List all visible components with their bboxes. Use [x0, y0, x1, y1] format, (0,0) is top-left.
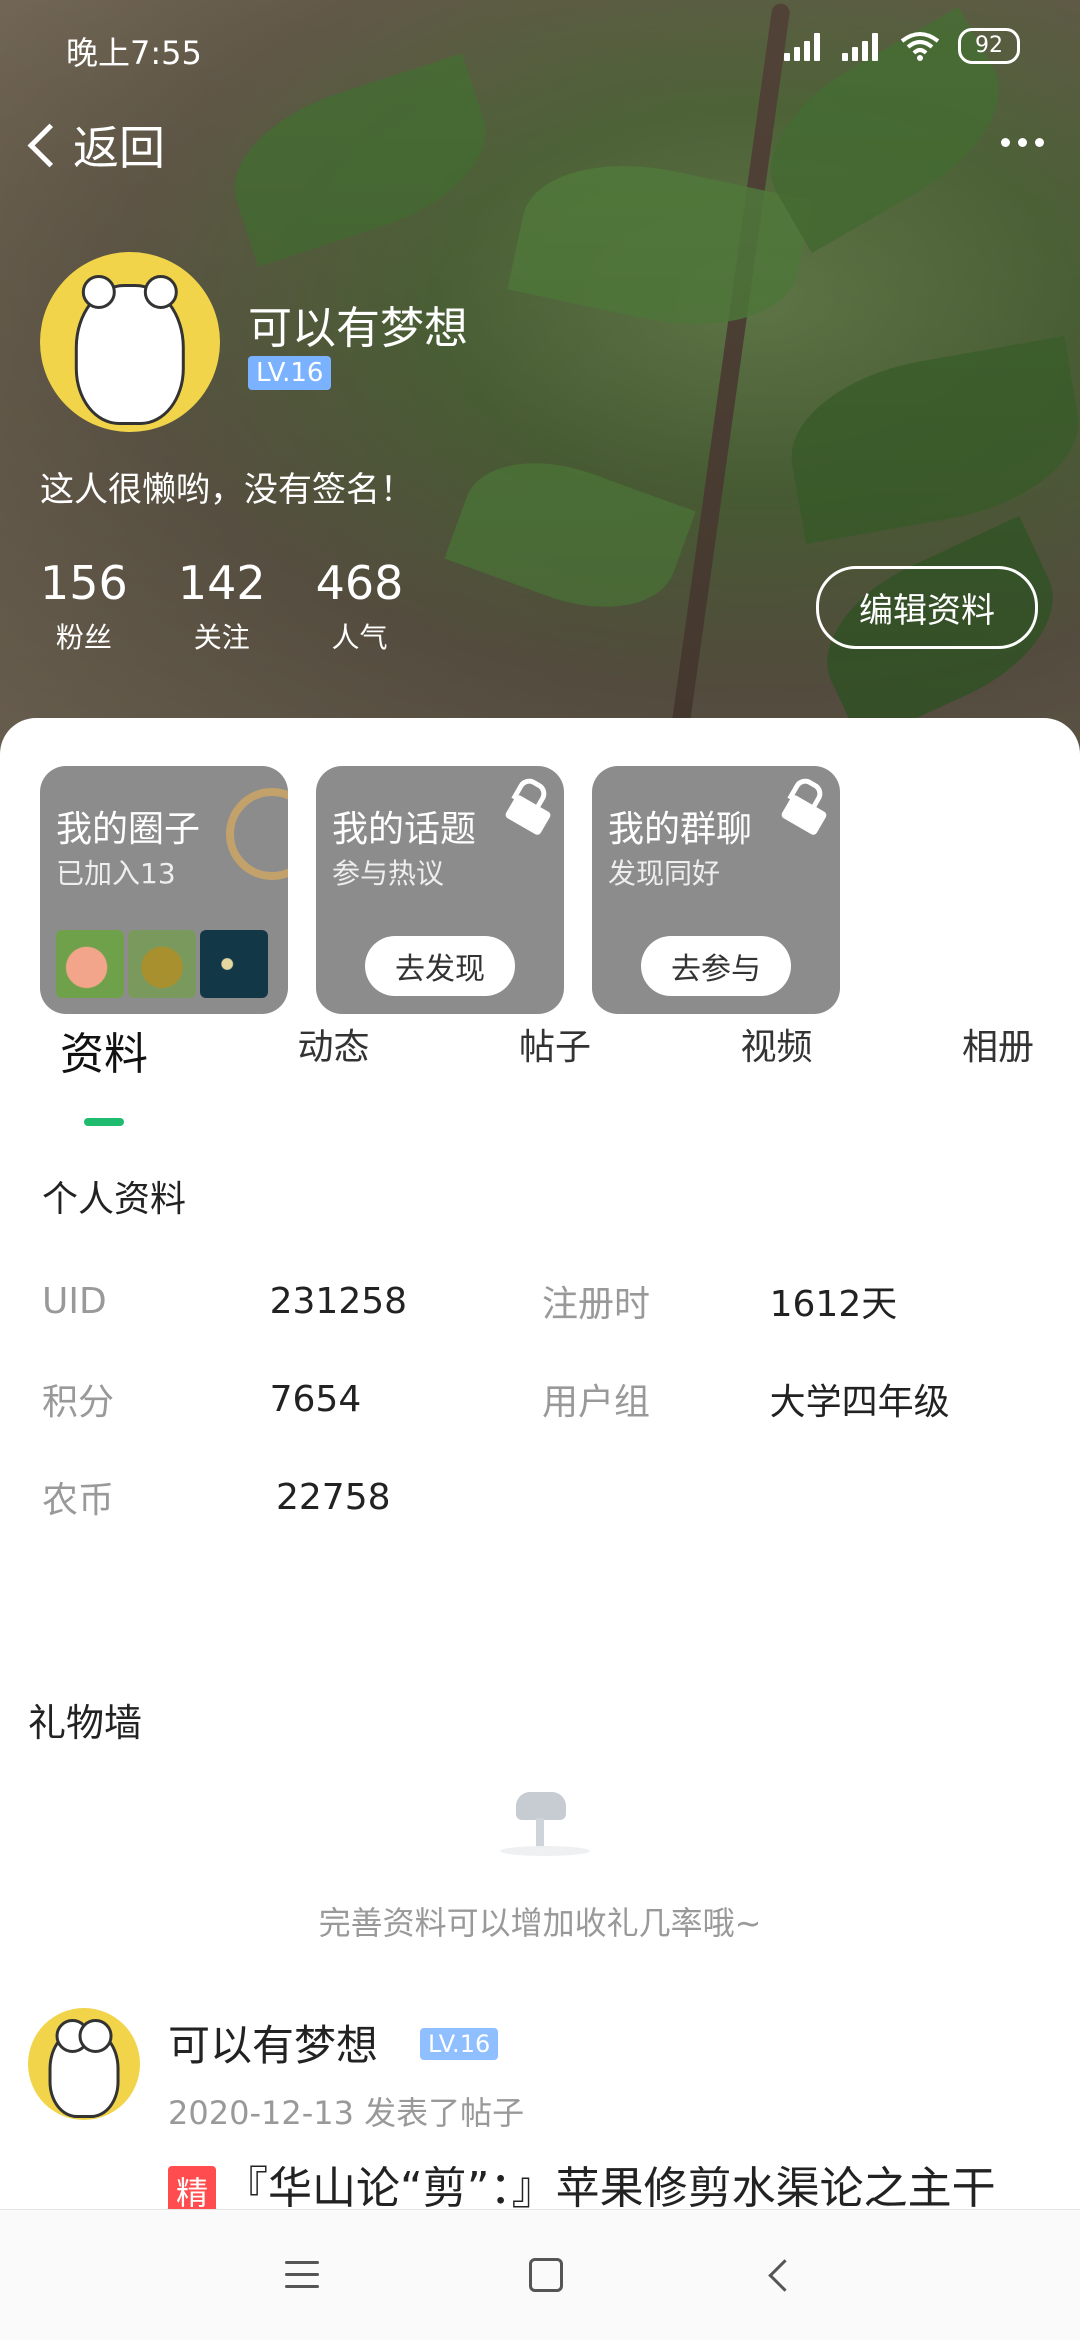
- stat-label: 关注: [193, 621, 250, 654]
- night-thumbnail: [200, 930, 268, 998]
- info-value: 22758: [276, 1476, 391, 1518]
- signal-icon: [842, 31, 882, 61]
- post-title-text: 『华山论“剪”：』苹果修剪水渠论之主干: [224, 2163, 996, 2214]
- info-key: 注册时: [542, 1284, 651, 1325]
- edit-profile-button[interactable]: 编辑资料: [816, 566, 1038, 649]
- card-title: 我的群聊: [608, 809, 753, 850]
- post-title[interactable]: 精『华山论“剪”：』苹果修剪水渠论之主干: [168, 2152, 996, 2216]
- profile-info-table: UID 231258 注册时 1612天 积分 7654 用户组 大学四年级 农…: [42, 1252, 1042, 1546]
- stat-value: 142: [177, 556, 266, 610]
- status-time: 晚上7:55: [66, 34, 202, 72]
- info-key: UID: [42, 1280, 107, 1322]
- info-row: UID 231258 注册时 1612天: [42, 1252, 1042, 1350]
- tab-albums[interactable]: 相册: [962, 1018, 1034, 1098]
- circle-thumbnails: [56, 930, 268, 998]
- top-navigation: 返回: [24, 112, 1056, 192]
- gift-empty-text: 完善资料可以增加收礼几率哦~: [318, 1904, 762, 1942]
- card-subtitle: 参与热议: [332, 857, 445, 890]
- tab-activity[interactable]: 动态: [297, 1018, 369, 1098]
- card-title: 我的圈子: [56, 809, 201, 850]
- tab-profile[interactable]: 资料: [60, 1018, 148, 1098]
- level-badge: LV.16: [248, 356, 332, 390]
- list-item[interactable]: 可以有梦想 LV.16 2020-12-13 发表了帖子 精『华山论“剪”：』苹…: [28, 2008, 1058, 2216]
- section-title: 个人资料: [42, 1179, 187, 1220]
- profile-tabs: 资料 动态 帖子 视频 相册: [0, 1018, 1080, 1098]
- profile-stats: 156 粉丝 142 关注 468 人气: [40, 556, 403, 656]
- back-button[interactable]: 返回: [24, 112, 165, 178]
- profile-content-sheet: 我的圈子 已加入13 我的话题 参与热议 去发现 我的群聊 发现同好 去参与 资…: [0, 718, 1080, 2340]
- signal-icon: [784, 31, 824, 61]
- info-key: 积分: [42, 1382, 115, 1423]
- back-label: 返回: [73, 121, 165, 175]
- lock-icon: [780, 774, 828, 837]
- feature-cards: 我的圈子 已加入13 我的话题 参与热议 去发现 我的群聊 发现同好 去参与: [40, 766, 840, 1014]
- stat-popularity[interactable]: 468 人气: [316, 556, 404, 656]
- stat-value: 468: [315, 556, 404, 610]
- tab-videos[interactable]: 视频: [740, 1018, 812, 1098]
- status-bar: 晚上7:55 92: [66, 28, 1020, 72]
- stat-value: 156: [40, 556, 128, 610]
- circle-decoration-icon: [226, 788, 288, 880]
- stat-following[interactable]: 142 关注: [178, 556, 266, 656]
- card-my-groups[interactable]: 我的群聊 发现同好 去参与: [592, 766, 840, 1014]
- info-key: 农币: [42, 1480, 115, 1521]
- discover-button[interactable]: 去发现: [365, 936, 515, 996]
- info-key: 用户组: [542, 1382, 651, 1423]
- profile-name: 可以有梦想: [248, 303, 468, 354]
- level-badge: LV.16: [420, 2028, 499, 2060]
- stat-label: 粉丝: [55, 621, 112, 654]
- info-row: 农币 22758: [42, 1448, 1042, 1546]
- info-value: 大学四年级: [769, 1382, 950, 1423]
- card-subtitle: 已加入13: [56, 857, 176, 890]
- stat-label: 人气: [331, 621, 388, 654]
- stat-fans[interactable]: 156 粉丝: [40, 556, 128, 656]
- card-my-topics[interactable]: 我的话题 参与热议 去发现: [316, 766, 564, 1014]
- info-value: 1612天: [769, 1284, 898, 1325]
- info-row: 积分 7654 用户组 大学四年级: [42, 1350, 1042, 1448]
- wifi-icon: [900, 32, 940, 61]
- post-author[interactable]: 可以有梦想: [168, 2012, 378, 2073]
- info-value: 7654: [269, 1378, 362, 1420]
- system-navigation-bar: [0, 2209, 1080, 2340]
- kiwi-thumbnail: [128, 930, 196, 998]
- avatar[interactable]: [28, 2008, 140, 2120]
- profile-bio: 这人很懒哟，没有签名！: [40, 470, 414, 510]
- card-subtitle: 发现同好: [608, 857, 721, 890]
- peach-thumbnail: [56, 930, 124, 998]
- menu-icon[interactable]: [284, 2261, 319, 2289]
- chevron-left-icon: [27, 123, 72, 167]
- post-meta: 2020-12-13 发表了帖子: [168, 2094, 525, 2132]
- lock-icon: [504, 774, 552, 837]
- gift-wall-title: 礼物墙: [28, 1701, 143, 1745]
- mailbox-icon: [500, 1792, 590, 1856]
- back-icon[interactable]: [767, 2258, 801, 2292]
- join-button[interactable]: 去参与: [641, 936, 791, 996]
- bear-avatar-image: [48, 2019, 120, 2119]
- tab-posts[interactable]: 帖子: [519, 1018, 591, 1098]
- home-icon[interactable]: [528, 2258, 563, 2292]
- battery-indicator: 92: [958, 28, 1020, 64]
- avatar[interactable]: [40, 252, 220, 432]
- card-title: 我的话题: [332, 809, 477, 850]
- bear-avatar-image: [74, 275, 186, 426]
- info-value: 231258: [269, 1280, 408, 1322]
- card-my-circles[interactable]: 我的圈子 已加入13: [40, 766, 288, 1014]
- more-icon[interactable]: [1001, 138, 1044, 147]
